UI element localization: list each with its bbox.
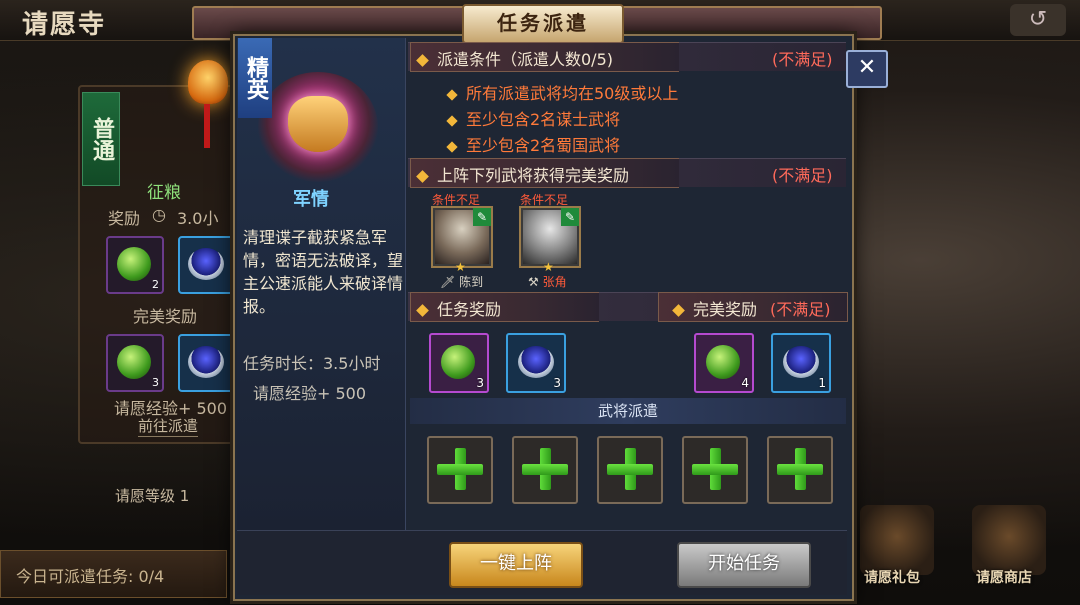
bg-reward-time: 3.0小: [177, 209, 219, 228]
auto-deploy-button[interactable]: 一键上阵: [449, 542, 583, 588]
mission-exp: 请愿经验+ 500: [253, 384, 367, 403]
advisor-tag-icon: ✎: [473, 208, 491, 226]
clock-icon: ◷: [152, 205, 166, 224]
bg-perfect-slot[interactable]: 3: [106, 334, 164, 392]
green-gem-icon: [706, 345, 740, 379]
reward-slot[interactable]: 3: [429, 333, 489, 393]
add-general-slot[interactable]: [597, 436, 663, 504]
add-general-slot[interactable]: [767, 436, 833, 504]
star-icon: ★: [455, 260, 466, 274]
diamond-icon: [416, 170, 429, 183]
diamond-icon: [446, 88, 458, 101]
wish-level: 请愿等级 1: [115, 487, 190, 505]
bg-perfect-label: 完美奖励: [133, 307, 198, 326]
plus-icon: [777, 446, 823, 492]
close-x-icon[interactable]: ✕: [846, 50, 888, 88]
today-dispatch-count: 今日可派遣任务: 0/4: [16, 567, 165, 586]
green-gem-icon: [441, 345, 475, 379]
blue-ring-icon: [188, 248, 224, 280]
gift-pack-icon[interactable]: [860, 505, 934, 575]
modal-title: 任务派遣: [462, 4, 624, 44]
gift-pack-label[interactable]: 请愿礼包: [864, 567, 920, 587]
star-icon: ★: [543, 260, 554, 274]
general-name: ⚒ 张角: [528, 275, 567, 289]
perfect-status: (不满足): [772, 166, 833, 185]
bg-reward-label: 奖励: [108, 209, 141, 228]
diamond-icon: [446, 114, 458, 127]
condition-item: 所有派遣武将均在50级或以上: [446, 80, 678, 104]
conditions-header: 派遣条件（派遣人数0/5): [416, 46, 613, 70]
elite-tag: 精英: [238, 38, 272, 118]
lantern-tassel: [204, 104, 210, 148]
diamond-icon: [416, 54, 429, 67]
mission-duration: 任务时长：3.5小时: [243, 354, 381, 373]
reward-slot[interactable]: 3: [506, 333, 566, 393]
general-name: 🗡 陈到: [440, 275, 484, 289]
perfect-reward-slot[interactable]: 1: [771, 333, 831, 393]
green-gem-icon: [117, 247, 151, 281]
plus-icon: [692, 446, 738, 492]
goto-dispatch-button[interactable]: 前往派遣: [138, 415, 199, 437]
return-arrow-icon[interactable]: ↺: [1010, 4, 1066, 36]
dispatch-label: 武将派遣: [410, 398, 846, 424]
bg-reward-slot[interactable]: [178, 236, 236, 294]
blue-ring-icon: [188, 346, 224, 378]
bg-reward-slot[interactable]: 2: [106, 236, 164, 294]
lantern-icon: [188, 60, 228, 104]
perfect-reward-header: 完美奖励: [672, 296, 757, 320]
start-mission-button[interactable]: 开始任务: [677, 542, 811, 588]
plus-icon: [437, 446, 483, 492]
conditions-status: (不满足): [772, 50, 833, 69]
perfect-reward-status: (不满足): [770, 300, 831, 319]
diamond-icon: [672, 304, 685, 317]
mission-type-ribbon: 普通: [82, 92, 120, 186]
shop-label[interactable]: 请愿商店: [976, 567, 1032, 587]
diamond-icon: [446, 140, 458, 153]
condition-item: 至少包含2名谋士武将: [446, 106, 620, 130]
add-general-slot[interactable]: [512, 436, 578, 504]
mission-description: 清理谍子截获紧急军情，密语无法破译，望主公速派能人来破译情报。: [243, 228, 404, 316]
task-reward-header: 任务奖励: [416, 296, 501, 320]
blue-ring-icon: [783, 346, 819, 378]
shop-icon[interactable]: [972, 505, 1046, 575]
mission-name: 军情: [293, 189, 329, 210]
plus-icon: [607, 446, 653, 492]
app-title: 请愿寺: [22, 10, 107, 40]
general-portrait-chendao[interactable]: ✎: [431, 206, 493, 268]
bg-perfect-slot[interactable]: [178, 334, 236, 392]
plus-icon: [522, 446, 568, 492]
general-portrait-zhangjiao[interactable]: ✎: [519, 206, 581, 268]
perfect-header: 上阵下列武将获得完美奖励: [416, 162, 629, 186]
add-general-slot[interactable]: [427, 436, 493, 504]
bg-mission-name: 征粮: [147, 183, 181, 203]
advisor-tag-icon: ✎: [561, 208, 579, 226]
diamond-icon: [416, 304, 429, 317]
condition-item: 至少包含2名蜀国武将: [446, 132, 620, 156]
green-gem-icon: [117, 345, 151, 379]
blue-ring-icon: [518, 346, 554, 378]
perfect-reward-slot[interactable]: 4: [694, 333, 754, 393]
emblem-core: [288, 96, 348, 152]
add-general-slot[interactable]: [682, 436, 748, 504]
